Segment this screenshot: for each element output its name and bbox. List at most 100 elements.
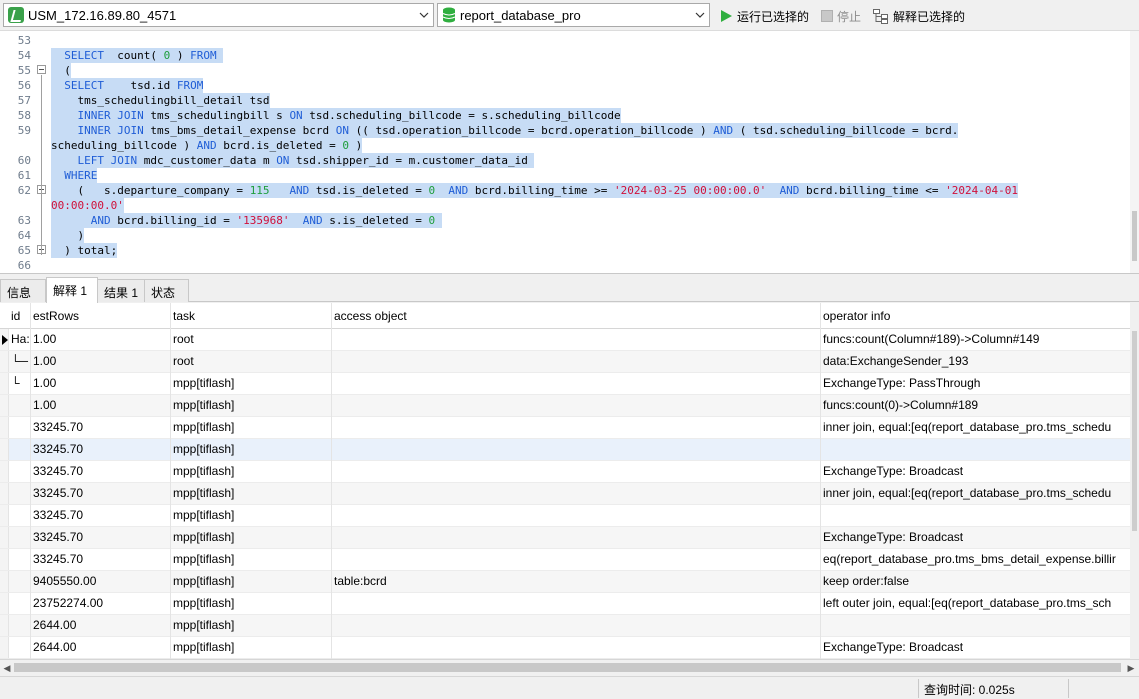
table-row[interactable]: 33245.70 mpp[tiflash] ExchangeType: Broadc… (0, 461, 1139, 483)
cell-id[interactable] (9, 439, 31, 461)
chevron-down-icon[interactable] (691, 4, 709, 26)
cell-operator-info[interactable]: keep order:false (821, 571, 1139, 593)
scroll-left-icon[interactable]: ◀ (1, 662, 13, 674)
cell-task[interactable]: mpp[tiflash] (171, 417, 332, 439)
row-marker[interactable] (0, 615, 9, 636)
cell-task[interactable]: mpp[tiflash] (171, 505, 332, 527)
cell-id[interactable] (9, 615, 31, 637)
cell-access-object[interactable] (332, 615, 821, 637)
column-header-task[interactable]: task (171, 303, 332, 329)
row-marker[interactable] (0, 461, 9, 482)
table-row[interactable]: 23752274.00 mpp[tiflash] left outer join, … (0, 593, 1139, 615)
cell-id[interactable]: Ha: (9, 329, 31, 351)
cell-task[interactable]: mpp[tiflash] (171, 439, 332, 461)
table-row[interactable]: 33245.70 mpp[tiflash] ExchangeType: Broadc… (0, 527, 1139, 549)
row-marker[interactable] (0, 439, 9, 460)
cell-estrows[interactable]: 2644.00 (31, 615, 171, 637)
cell-access-object[interactable] (332, 329, 821, 351)
cell-task[interactable]: mpp[tiflash] (171, 615, 332, 637)
table-row[interactable]: └─ 1.00 root data:ExchangeSender_193 (0, 351, 1139, 373)
cell-task[interactable]: mpp[tiflash] (171, 373, 332, 395)
tab-result-1[interactable]: 结果 1 (97, 279, 145, 302)
scroll-right-icon[interactable]: ▶ (1125, 662, 1137, 674)
cell-task[interactable]: mpp[tiflash] (171, 483, 332, 505)
cell-estrows[interactable]: 1.00 (31, 395, 171, 417)
explain-selected-button[interactable]: 解释已选择的 (873, 6, 965, 26)
cell-operator-info[interactable]: ExchangeType: PassThrough (821, 373, 1139, 395)
run-selected-button[interactable]: 运行已选择的 (720, 6, 809, 26)
cell-access-object[interactable] (332, 461, 821, 483)
cell-estrows[interactable]: 33245.70 (31, 527, 171, 549)
cell-operator-info[interactable]: ExchangeType: Broadcast (821, 461, 1139, 483)
cell-access-object[interactable] (332, 373, 821, 395)
cell-id[interactable]: └─ (9, 351, 31, 373)
explain-grid[interactable]: id estRows task access object operator i… (0, 303, 1139, 659)
horizontal-scroll-thumb[interactable] (14, 663, 1121, 672)
table-row[interactable]: 2644.00 mpp[tiflash] (0, 615, 1139, 637)
cell-access-object[interactable] (332, 483, 821, 505)
row-marker[interactable] (0, 329, 9, 350)
cell-estrows[interactable]: 33245.70 (31, 439, 171, 461)
table-row[interactable]: Ha: 1.00 root funcs:count(Column#189)->Colu… (0, 329, 1139, 351)
cell-estrows[interactable]: 2644.00 (31, 637, 171, 659)
fold-toggle-icon[interactable] (37, 65, 46, 74)
cell-operator-info[interactable]: funcs:count(Column#189)->Column#149 (821, 329, 1139, 351)
cell-id[interactable] (9, 505, 31, 527)
connection-select[interactable]: USM_172.16.89.80_4571 (3, 3, 434, 27)
cell-operator-info[interactable]: inner join, equal:[eq(report_database_pr… (821, 417, 1139, 439)
cell-operator-info[interactable] (821, 505, 1139, 527)
cell-task[interactable]: mpp[tiflash] (171, 637, 332, 659)
cell-task[interactable]: mpp[tiflash] (171, 395, 332, 417)
cell-access-object[interactable] (332, 637, 821, 659)
cell-task[interactable]: mpp[tiflash] (171, 549, 332, 571)
database-select[interactable]: report_database_pro (437, 3, 710, 27)
grid-vertical-scrollbar[interactable] (1130, 303, 1139, 659)
cell-access-object[interactable] (332, 505, 821, 527)
cell-estrows[interactable]: 33245.70 (31, 505, 171, 527)
cell-access-object[interactable] (332, 527, 821, 549)
row-marker[interactable] (0, 395, 9, 416)
table-row[interactable]: 33245.70 mpp[tiflash] inner join, equal:[e… (0, 417, 1139, 439)
cell-estrows[interactable]: 33245.70 (31, 417, 171, 439)
row-marker[interactable] (0, 637, 9, 658)
cell-operator-info[interactable]: left outer join, equal:[eq(report_databa… (821, 593, 1139, 615)
cell-id[interactable] (9, 461, 31, 483)
column-header-id[interactable]: id (9, 303, 31, 329)
column-header-access-object[interactable]: access object (332, 303, 821, 329)
cell-operator-info[interactable]: ExchangeType: Broadcast (821, 637, 1139, 659)
table-row[interactable]: 33245.70 mpp[tiflash] eq(report_database_p… (0, 549, 1139, 571)
cell-id[interactable] (9, 637, 31, 659)
cell-estrows[interactable]: 33245.70 (31, 461, 171, 483)
sql-editor[interactable]: 53 54 SELECT count( 0 ) FROM 55 (56 SELEC… (0, 31, 1139, 274)
row-marker[interactable] (0, 549, 9, 570)
cell-operator-info[interactable]: ExchangeType: Broadcast (821, 527, 1139, 549)
row-marker[interactable] (0, 505, 9, 526)
row-marker[interactable] (0, 527, 9, 548)
table-row[interactable]: 9405550.00 mpp[tiflash] table:bcrd keep ord… (0, 571, 1139, 593)
table-row[interactable]: 33245.70 mpp[tiflash] (0, 439, 1139, 461)
row-marker[interactable] (0, 417, 9, 438)
column-header-operator-info[interactable]: operator info (821, 303, 1139, 329)
cell-estrows[interactable]: 9405550.00 (31, 571, 171, 593)
tab-status[interactable]: 状态 (144, 279, 189, 302)
editor-vertical-scrollbar[interactable] (1130, 31, 1139, 273)
stop-button[interactable]: 停止 (821, 6, 861, 26)
cell-operator-info[interactable]: funcs:count(0)->Column#189 (821, 395, 1139, 417)
cell-access-object[interactable] (332, 593, 821, 615)
cell-estrows[interactable]: 33245.70 (31, 549, 171, 571)
cell-task[interactable]: mpp[tiflash] (171, 571, 332, 593)
grid-horizontal-scrollbar[interactable]: ◀ ▶ (0, 659, 1139, 674)
table-row[interactable]: 1.00 mpp[tiflash] funcs:count(0)->Column#1… (0, 395, 1139, 417)
tab-explain-1[interactable]: 解释 1 (46, 277, 98, 303)
cell-access-object[interactable] (332, 395, 821, 417)
table-row[interactable]: └ 1.00 mpp[tiflash] ExchangeType: PassThrou… (0, 373, 1139, 395)
cell-access-object[interactable] (332, 439, 821, 461)
cell-estrows[interactable]: 33245.70 (31, 483, 171, 505)
cell-estrows[interactable]: 1.00 (31, 373, 171, 395)
cell-estrows[interactable]: 23752274.00 (31, 593, 171, 615)
cell-id[interactable] (9, 417, 31, 439)
editor-scroll-thumb[interactable] (1132, 211, 1137, 261)
cell-operator-info[interactable]: eq(report_database_pro.tms_bms_detail_ex… (821, 549, 1139, 571)
cell-id[interactable] (9, 395, 31, 417)
row-marker[interactable] (0, 483, 9, 504)
